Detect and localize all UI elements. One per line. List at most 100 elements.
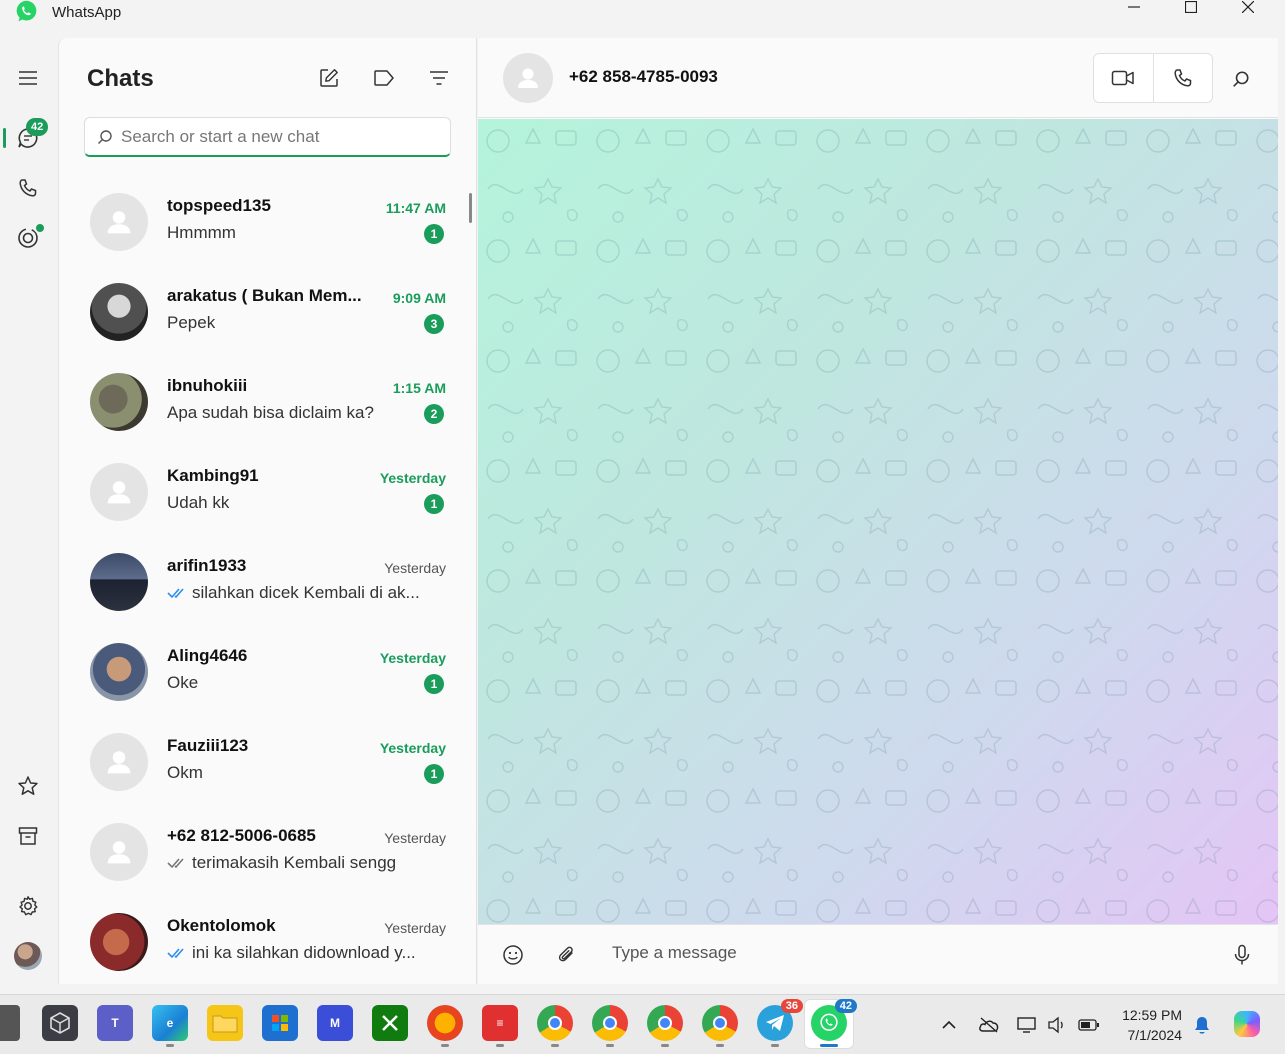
tray-notifications[interactable] <box>1190 1013 1214 1037</box>
conversation-panel: +62 858-4785-0093 <box>478 38 1278 984</box>
whatsapp-taskbar-badge: 42 <box>834 999 857 1013</box>
tray-volume[interactable] <box>1045 1013 1069 1037</box>
taskbar-app-metatrader[interactable]: M <box>317 1005 353 1041</box>
voice-call-button[interactable] <box>1152 54 1212 102</box>
running-indicator <box>551 1044 559 1047</box>
chat-last-message: Okm <box>167 763 203 783</box>
taskbar-app-telegram[interactable]: 36 <box>757 999 803 1047</box>
status-nav-button[interactable] <box>14 224 44 252</box>
minimize-button[interactable] <box>1114 0 1154 14</box>
emoji-button[interactable] <box>499 941 527 969</box>
taskbar-app-chrome-4[interactable] <box>702 1005 738 1047</box>
chats-unread-badge: 42 <box>26 118 49 136</box>
taskbar-app-chrome-1[interactable] <box>537 1005 573 1047</box>
attach-button[interactable] <box>553 941 581 969</box>
conversation-header[interactable]: +62 858-4785-0093 <box>478 38 1278 118</box>
tray-copilot[interactable] <box>1232 1009 1262 1039</box>
taskbar-app-anydesk[interactable]: ≡ <box>482 1005 518 1047</box>
new-chat-button[interactable] <box>317 66 341 90</box>
chat-list-item[interactable]: topspeed135 Hmmmm 11:47 AM 1 <box>84 183 454 273</box>
title-bar: WhatsApp <box>0 0 1285 38</box>
chat-preview-text: Okm <box>167 763 203 782</box>
video-call-button[interactable] <box>1094 54 1153 102</box>
settings-nav-button[interactable] <box>14 892 42 920</box>
chat-list-item[interactable]: Fauziii123 Okm Yesterday 1 <box>84 723 454 813</box>
status-new-dot <box>36 224 44 232</box>
contact-avatar[interactable] <box>503 53 553 103</box>
chat-avatar <box>90 733 148 791</box>
chat-preview-text: Apa sudah bisa diclaim ka? <box>167 403 374 422</box>
search-input[interactable] <box>121 126 421 147</box>
tray-overflow-button[interactable] <box>937 1013 961 1037</box>
chats-nav-button[interactable]: 42 <box>14 118 49 152</box>
taskbar-app-chrome-3[interactable] <box>647 1005 683 1047</box>
chat-list-item[interactable]: arakatus ( Bukan Mem... Pepek 9:09 AM 3 <box>84 273 454 363</box>
maximize-icon <box>1185 1 1197 13</box>
taskbar-app-store[interactable] <box>262 1005 298 1041</box>
chat-name: Kambing91 <box>167 466 259 485</box>
running-indicator <box>606 1044 614 1047</box>
calls-nav-button[interactable] <box>14 174 42 202</box>
taskbar-app-chrome-2[interactable] <box>592 1005 628 1047</box>
battery-icon <box>1078 1019 1099 1031</box>
chat-list-scrollbar[interactable] <box>469 193 472 223</box>
maximize-button[interactable] <box>1171 0 1211 14</box>
chat-preview-text: Pepek <box>167 313 216 332</box>
chrome-icon <box>658 1016 672 1030</box>
voice-message-button[interactable] <box>1228 941 1256 969</box>
chat-list-item[interactable]: Okentolomok ini ka silahkan didownload y.… <box>84 903 454 993</box>
default-avatar-icon <box>518 68 538 88</box>
tray-battery[interactable] <box>1077 1013 1101 1037</box>
conversation-search-button[interactable] <box>1228 66 1254 92</box>
unread-count-badge: 1 <box>424 224 444 244</box>
starred-nav-button[interactable] <box>14 772 42 800</box>
chat-last-message: Apa sudah bisa diclaim ka? <box>167 403 374 423</box>
profile-button[interactable] <box>14 942 42 970</box>
chat-list-item[interactable]: ibnuhokiii Apa sudah bisa diclaim ka? 1:15… <box>84 363 454 453</box>
taskbar-app-whatsapp[interactable]: 42 <box>811 999 857 1047</box>
taskbar-app-xbox[interactable] <box>372 1005 408 1041</box>
emoji-icon <box>503 945 523 965</box>
contact-photo <box>90 283 148 341</box>
contact-photo <box>90 553 148 611</box>
taskbar-app-file-explorer[interactable] <box>207 1005 243 1041</box>
telegram-unread-badge: 36 <box>780 999 803 1013</box>
taskbar-app-partial[interactable] <box>0 1005 20 1041</box>
archive-nav-button[interactable] <box>14 822 42 850</box>
close-button[interactable] <box>1228 0 1268 14</box>
active-indicator <box>820 1044 838 1047</box>
tray-onedrive[interactable] <box>977 1013 1001 1037</box>
edge-icon: e <box>166 1016 174 1030</box>
video-call-icon <box>1112 70 1135 86</box>
chat-timestamp: 9:09 AM <box>392 290 446 306</box>
taskbar-app-unity[interactable] <box>42 1005 78 1041</box>
labels-button[interactable] <box>372 66 396 90</box>
taskbar-app-edge[interactable]: e <box>152 1005 188 1047</box>
chat-timestamp: Yesterday <box>379 470 446 486</box>
chat-name: Aling4646 <box>167 646 248 665</box>
contact-photo <box>90 373 148 431</box>
contact-name[interactable]: +62 858-4785-0093 <box>569 67 718 87</box>
chat-last-message: ini ka silahkan didownload y... <box>167 943 416 963</box>
chat-timestamp: Yesterday <box>379 650 446 666</box>
calls-icon <box>19 179 37 197</box>
taskbar-app-teams[interactable]: T <box>97 1005 133 1041</box>
chat-avatar <box>90 913 148 971</box>
chat-preview-text: Hmmmm <box>167 223 236 242</box>
chat-name: arakatus ( Bukan Mem... <box>167 286 362 305</box>
search-box[interactable] <box>84 117 451 157</box>
system-clock[interactable]: 12:59 PM 7/1/2024 <box>1112 1005 1182 1045</box>
menu-button[interactable] <box>14 64 42 92</box>
taskbar-app-firefox[interactable] <box>427 1005 463 1047</box>
tray-network[interactable] <box>1016 1013 1040 1037</box>
chat-list-item[interactable]: +62 812-5006-0685 terimakasih Kembali sen… <box>84 813 454 903</box>
read-receipt-icon <box>167 858 184 869</box>
chat-list-item[interactable]: arifin1933 silahkan dicek Kembali di ak..… <box>84 543 454 633</box>
chat-list-item[interactable]: Kambing91 Udah kk Yesterday 1 <box>84 453 454 543</box>
chat-preview-text: Udah kk <box>167 493 230 512</box>
status-icon <box>18 228 38 248</box>
message-input[interactable] <box>612 943 1172 963</box>
chat-list-item[interactable]: Aling4646 Oke Yesterday 1 <box>84 633 454 723</box>
filter-button[interactable] <box>427 66 451 90</box>
app-title: WhatsApp <box>52 4 122 21</box>
